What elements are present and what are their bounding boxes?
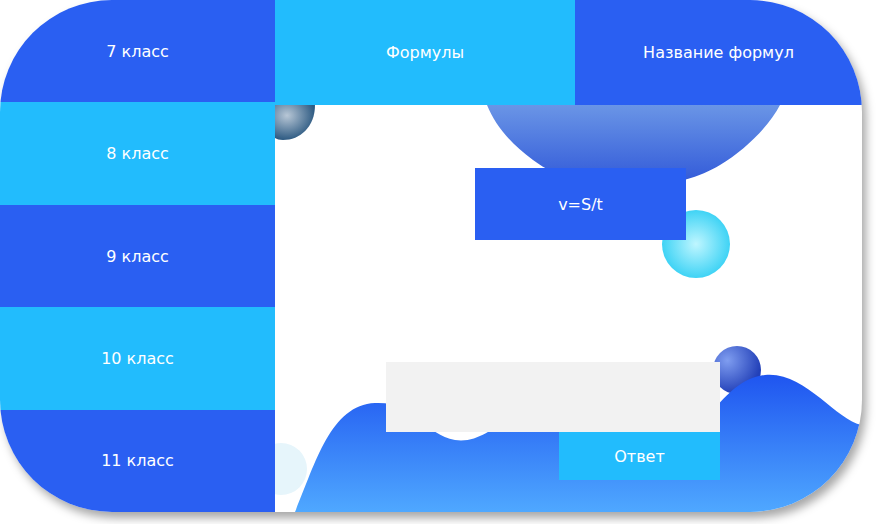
- answer-field[interactable]: [386, 362, 720, 432]
- sidebar-item[interactable]: 9 класс: [0, 205, 275, 307]
- sidebar-item[interactable]: 8 класс: [0, 102, 275, 204]
- sidebar-item[interactable]: 7 класс: [0, 0, 275, 102]
- sidebar-item[interactable]: 11 класс: [0, 410, 275, 512]
- sidebar-item[interactable]: 10 класс: [0, 307, 275, 409]
- main-panel: ФормулыНазвание формул v=S/t Ответ: [275, 0, 862, 512]
- answer-button[interactable]: Ответ: [559, 432, 720, 480]
- formula-card: v=S/t: [475, 168, 686, 240]
- sidebar: 7 класс8 класс9 класс10 класс11 класс: [0, 0, 275, 512]
- content-layer: v=S/t Ответ: [275, 105, 862, 480]
- header: ФормулыНазвание формул: [275, 0, 862, 105]
- header-tab[interactable]: Формулы: [275, 0, 575, 105]
- content-area: v=S/t Ответ: [275, 105, 862, 512]
- app-frame: 7 класс8 класс9 класс10 класс11 классФор…: [0, 0, 862, 512]
- header-tab[interactable]: Название формул: [575, 0, 862, 105]
